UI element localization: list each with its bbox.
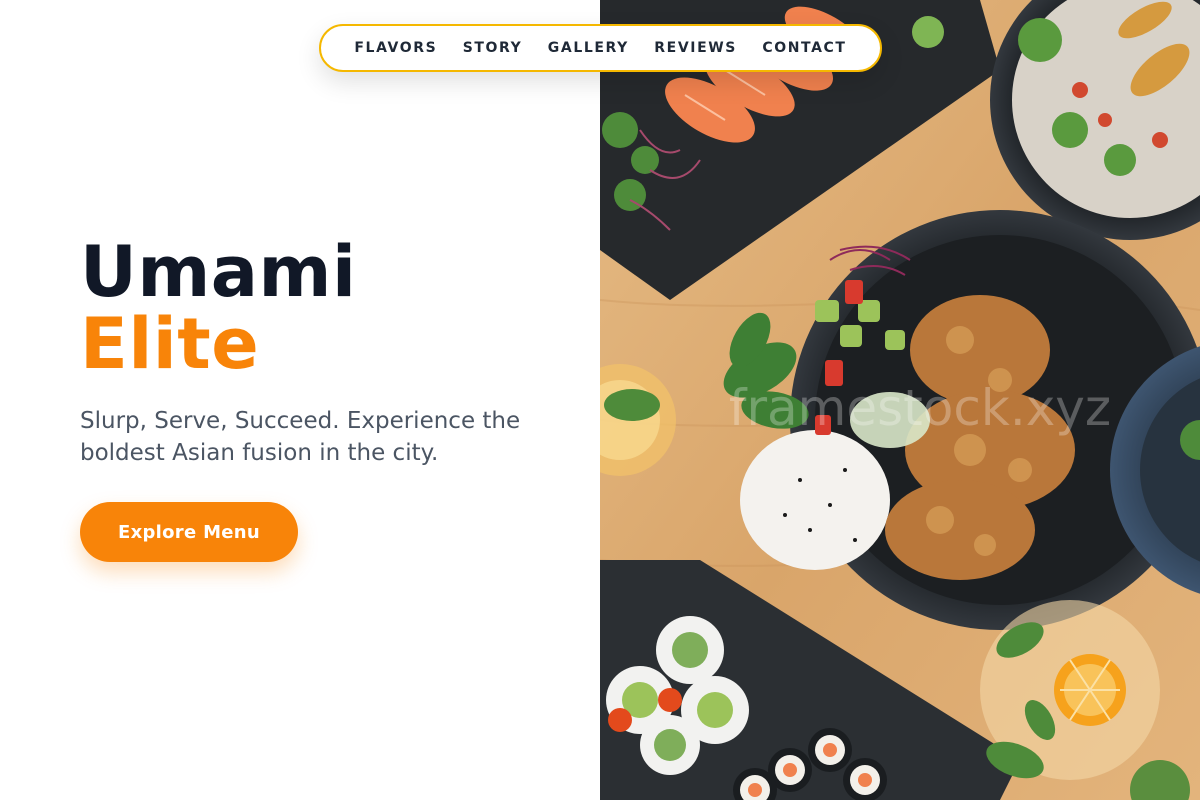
explore-menu-button[interactable]: Explore Menu — [80, 502, 298, 562]
nav-item-story[interactable]: STORY — [463, 40, 523, 56]
nav-item-gallery[interactable]: GALLERY — [548, 40, 629, 56]
hero-left-panel: Umami Elite Slurp, Serve, Succeed. Exper… — [0, 0, 600, 800]
top-nav: FLAVORS STORY GALLERY REVIEWS CONTACT — [319, 24, 882, 72]
nav-item-reviews[interactable]: REVIEWS — [654, 40, 737, 56]
nav-item-flavors[interactable]: FLAVORS — [354, 40, 437, 56]
photo-watermark: framestock.xyz — [729, 379, 1111, 437]
hero-food-photo: framestock.xyz — [600, 0, 1200, 800]
hero-tagline: Slurp, Serve, Succeed. Experience the bo… — [80, 408, 521, 466]
hero-title-line2: Elite — [80, 303, 260, 385]
nav-item-contact[interactable]: CONTACT — [762, 40, 846, 56]
hero-title-line1: Umami — [80, 231, 357, 313]
hero-title: Umami Elite — [80, 236, 356, 380]
